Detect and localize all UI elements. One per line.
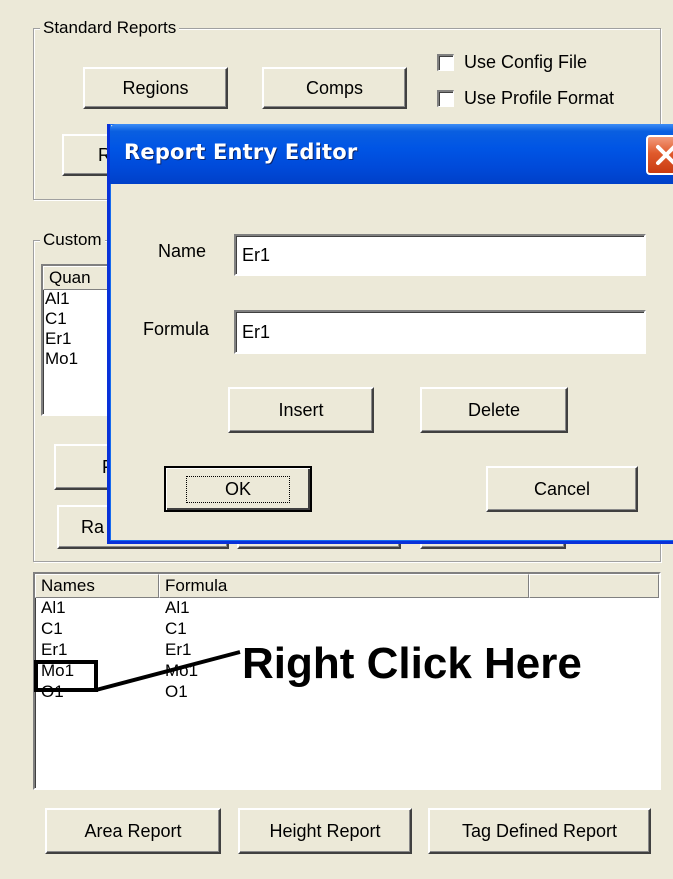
table-row-name[interactable]: Al1 <box>41 598 66 618</box>
use-config-file-box[interactable] <box>437 54 454 71</box>
custom-report-button-partial-2-label: Ra <box>81 516 105 537</box>
list-item[interactable]: C1 <box>45 309 67 329</box>
use-profile-format-box[interactable] <box>437 90 454 107</box>
formula-label: Formula <box>143 319 210 339</box>
list-item[interactable]: Er1 <box>45 329 71 349</box>
use-config-file-label: Use Config File <box>464 52 588 72</box>
formula-field[interactable] <box>234 310 646 354</box>
table-row-name[interactable]: Mo1 <box>41 661 74 681</box>
table-row-formula[interactable]: C1 <box>165 619 187 639</box>
name-field[interactable] <box>234 234 646 276</box>
close-button[interactable] <box>646 135 673 175</box>
table-row-name[interactable]: C1 <box>41 619 63 639</box>
right-click-annotation: Right Click Here <box>238 638 588 690</box>
standard-reports-title: Standard Reports <box>40 18 180 38</box>
use-config-file-checkbox[interactable]: Use Config File <box>437 52 587 73</box>
cancel-button[interactable]: Cancel <box>486 466 638 512</box>
table-row-formula[interactable]: Al1 <box>165 598 190 618</box>
name-label: Name <box>158 241 207 261</box>
use-profile-format-checkbox[interactable]: Use Profile Format <box>437 88 614 109</box>
table-row-name[interactable]: O1 <box>41 682 64 702</box>
empty-column-header[interactable] <box>529 574 659 598</box>
close-icon <box>656 145 673 165</box>
insert-button[interactable]: Insert <box>228 387 374 433</box>
list-item[interactable]: Mo1 <box>45 349 78 369</box>
regions-button[interactable]: Regions <box>83 67 228 109</box>
dialog-titlebar[interactable]: Report Entry Editor <box>110 124 673 184</box>
tag-defined-report-button[interactable]: Tag Defined Report <box>428 808 651 854</box>
table-row-name[interactable]: Er1 <box>41 640 67 660</box>
custom-reports-title: Custom <box>40 230 105 250</box>
ok-button-label: OK <box>185 475 290 503</box>
table-row-formula[interactable]: Mo1 <box>165 661 198 681</box>
area-report-button[interactable]: Area Report <box>45 808 221 854</box>
names-column-header[interactable]: Names <box>35 574 159 598</box>
height-report-button[interactable]: Height Report <box>238 808 412 854</box>
delete-button[interactable]: Delete <box>420 387 568 433</box>
formula-column-header[interactable]: Formula <box>159 574 529 598</box>
use-profile-format-label: Use Profile Format <box>464 88 615 108</box>
table-row-formula[interactable]: O1 <box>165 682 188 702</box>
report-entry-editor-dialog: Report Entry Editor Name Formula Insert … <box>107 124 673 544</box>
ok-button[interactable]: OK <box>164 466 312 512</box>
list-item[interactable]: Al1 <box>45 289 70 309</box>
table-row-formula[interactable]: Er1 <box>165 640 191 660</box>
dialog-title: Report Entry Editor <box>124 140 358 164</box>
comps-button[interactable]: Comps <box>262 67 407 109</box>
